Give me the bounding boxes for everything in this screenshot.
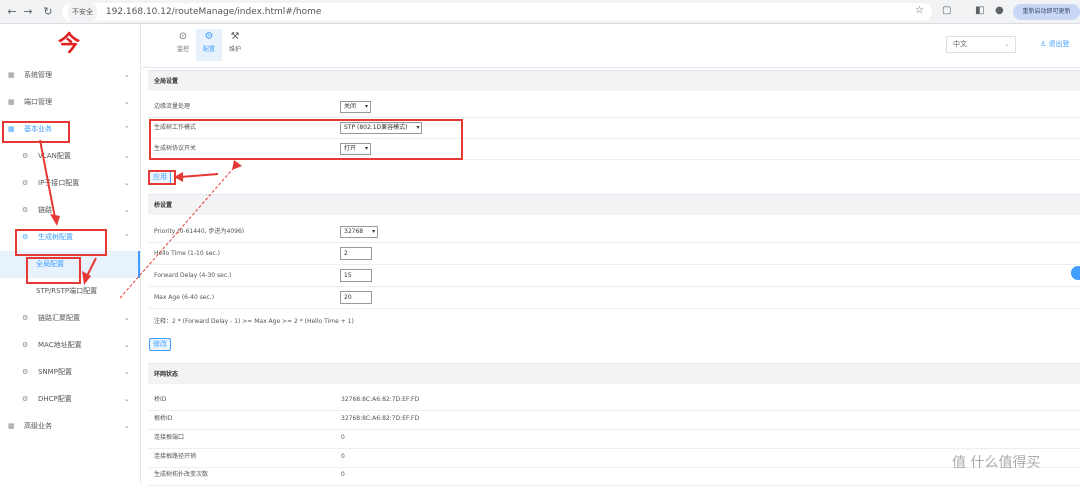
arrowhead [50,214,60,226]
arrowhead [82,271,91,285]
watermark: 值 什么值得买 [952,455,1041,471]
arrowhead [174,172,183,182]
arrow-line [179,173,219,178]
dashed-arrow-line [119,162,239,299]
arrow-line [39,139,56,219]
annotation-arrows [39,139,242,299]
floating-help-icon[interactable] [1071,266,1080,280]
